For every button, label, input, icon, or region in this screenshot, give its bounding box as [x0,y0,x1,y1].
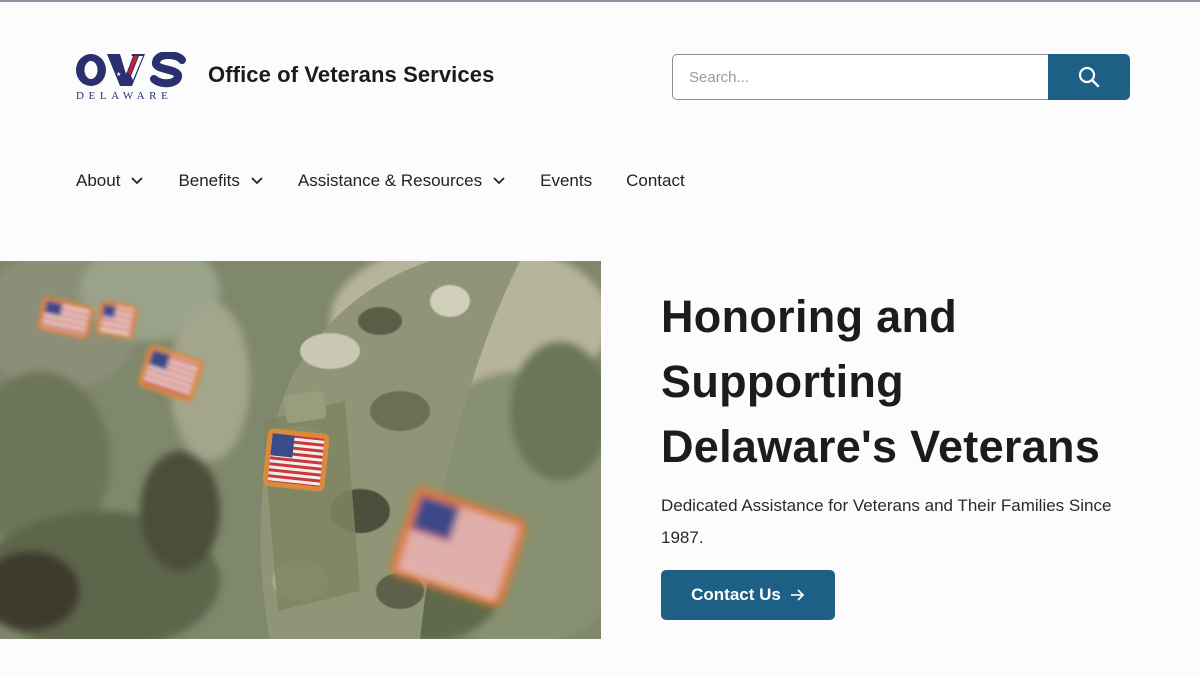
search-bar [672,54,1130,100]
top-border [0,0,1200,2]
arrow-right-icon [789,588,805,602]
chevron-down-icon [492,176,506,186]
nav-item-label: Assistance & Resources [297,171,483,190]
nav-item-label: About [76,171,121,190]
contact-us-button[interactable]: Contact Us [661,570,835,620]
search-button[interactable] [1048,54,1130,100]
main-nav: About Benefits Assistance & Resources Ev… [76,168,719,194]
nav-item-assistance-resources[interactable]: Assistance & Resources [298,171,506,191]
soldiers-flag-patch-photo [0,261,601,639]
nav-item-events[interactable]: Events [540,171,592,191]
hero-subtitle: Dedicated Assistance for Veterans and Th… [661,496,1112,547]
site-title[interactable]: Office of Veterans Services [208,62,494,88]
logo-subtext: DELAWARE [76,90,173,102]
contact-us-label: Contact Us [691,585,781,604]
nav-item-label: Contact [626,171,685,190]
nav-item-label: Benefits [178,171,240,190]
hero-title-line: Honoring and [661,291,958,342]
chevron-down-icon [130,176,144,186]
ovs-logo-mark: ★ ★ [76,52,186,88]
ovs-logo[interactable]: ★ ★ DELAWARE [74,52,186,104]
chevron-down-icon [250,176,264,186]
hero-title-line: Delaware's Veterans [661,421,1101,472]
search-icon [1078,66,1100,88]
search-input[interactable] [672,54,1050,100]
hero-title-line: Supporting [661,356,904,407]
svg-text:★: ★ [116,71,121,78]
hero-image [0,261,601,639]
nav-item-label: Events [540,171,593,190]
svg-text:★: ★ [111,77,116,84]
nav-item-benefits[interactable]: Benefits [178,171,263,191]
nav-item-about[interactable]: About [76,171,144,191]
hero-title: Honoring and Supporting Delaware's Veter… [661,284,1161,479]
nav-item-contact[interactable]: Contact [626,171,685,191]
